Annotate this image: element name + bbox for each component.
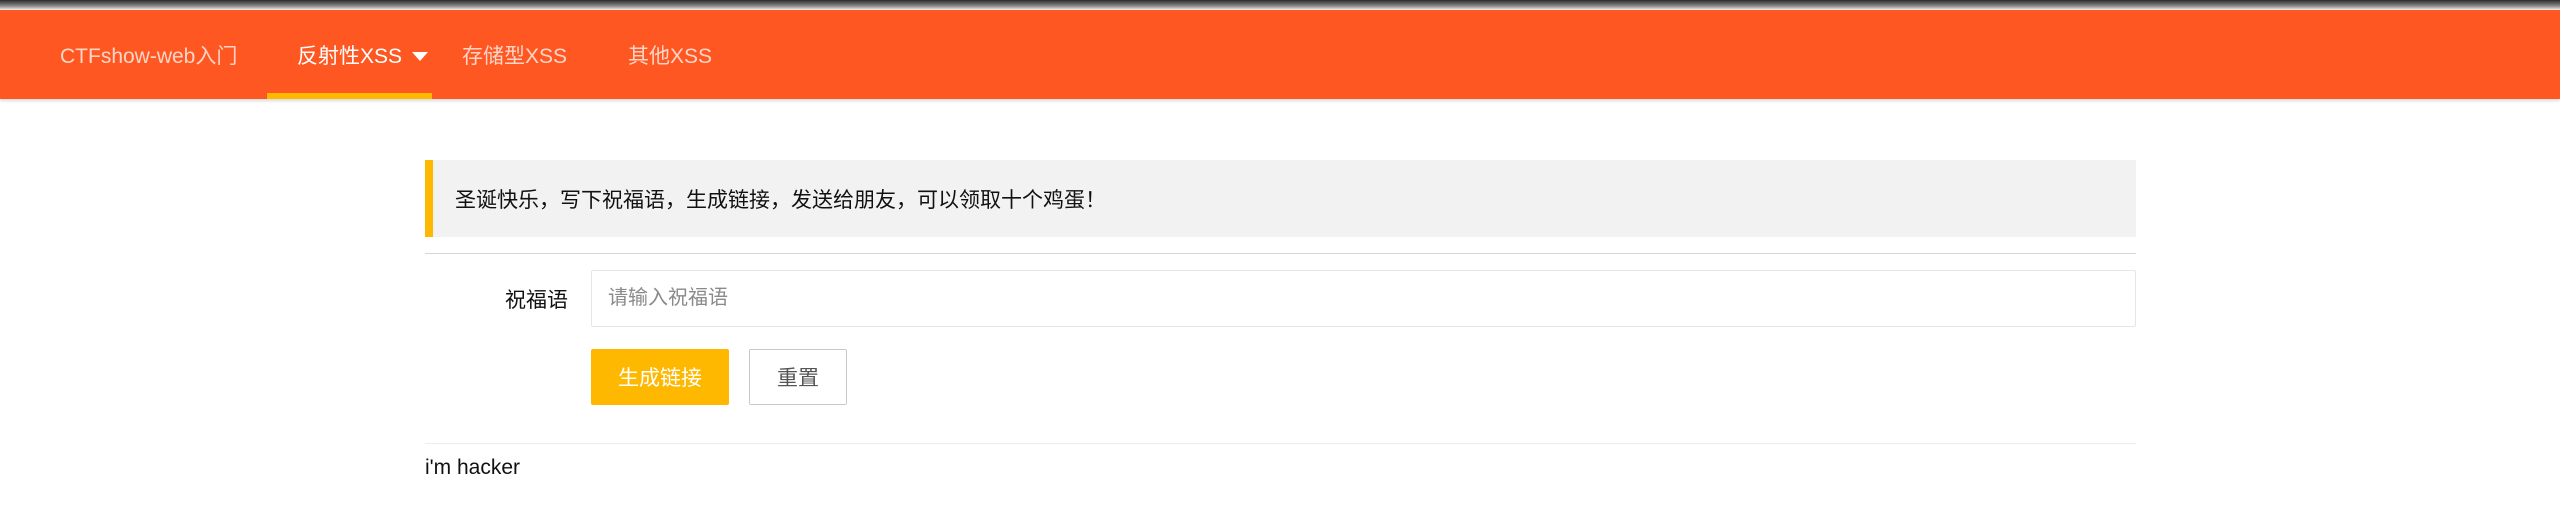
- caret-down-icon: [412, 51, 429, 61]
- notice-text: 圣诞快乐，写下祝福语，生成链接，发送给朋友，可以领取十个鸡蛋！: [455, 188, 1106, 212]
- nav-item-ctfshow-web[interactable]: CTFshow-web入门: [60, 10, 237, 99]
- nav-item-label: 其他XSS: [628, 44, 713, 68]
- output-text: i'm hacker: [425, 456, 521, 479]
- reset-button[interactable]: 重置: [749, 349, 847, 405]
- window-top-shadow: [0, 0, 2560, 10]
- form-divider: [425, 253, 2136, 254]
- generate-link-button[interactable]: 生成链接: [591, 349, 729, 405]
- nav-item-label: CTFshow-web入门: [60, 44, 238, 68]
- nav-item-label: 存储型XSS: [462, 44, 568, 68]
- top-navbar: CTFshow-web入门 反射性XSS 存储型XSS 其他XSS: [0, 10, 2560, 99]
- nav-item-reflected-xss[interactable]: 反射性XSS: [267, 10, 432, 99]
- output-divider: [425, 443, 2136, 444]
- notice-quote: 圣诞快乐，写下祝福语，生成链接，发送给朋友，可以领取十个鸡蛋！: [425, 160, 2136, 237]
- nav-item-other-xss[interactable]: 其他XSS: [628, 10, 712, 99]
- greeting-label: 祝福语: [505, 288, 568, 312]
- nav-item-stored-xss[interactable]: 存储型XSS: [462, 10, 567, 99]
- greeting-input[interactable]: [591, 270, 2136, 327]
- nav-item-label: 反射性XSS: [297, 44, 403, 68]
